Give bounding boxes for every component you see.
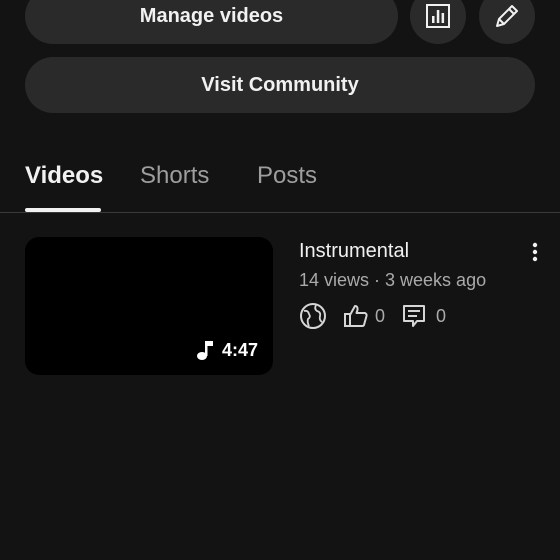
tab-posts[interactable]: Posts (257, 162, 317, 190)
bar-chart-icon (426, 4, 450, 28)
content-tabs: Videos Shorts Posts (0, 150, 560, 213)
video-meta: 14 views · 3 weeks ago (299, 270, 487, 290)
duration-badge: 4:47 (196, 339, 258, 361)
video-title[interactable]: Instrumental (299, 240, 409, 263)
tab-shorts[interactable]: Shorts (140, 162, 209, 190)
video-stats-row: 0 0 (299, 302, 446, 330)
pencil-icon (496, 5, 518, 27)
comments-stat: 0 (401, 303, 446, 329)
comment-icon (403, 305, 426, 327)
tab-videos[interactable]: Videos (25, 162, 103, 190)
thumbs-up-icon (344, 305, 368, 327)
visit-community-label: Visit Community (201, 73, 359, 96)
more-options-button[interactable] (523, 240, 547, 264)
manage-videos-label: Manage videos (139, 4, 284, 27)
comments-count: 0 (436, 305, 447, 326)
video-thumbnail[interactable]: 4:47 (25, 237, 273, 375)
edit-channel-button[interactable] (479, 0, 535, 44)
duration-text: 4:47 (221, 339, 258, 360)
globe-icon (300, 303, 326, 329)
analytics-button[interactable] (410, 0, 466, 44)
channel-content-page: Manage videos Visit Community Videos Sho… (0, 0, 560, 560)
active-tab-indicator (25, 208, 101, 212)
more-vert-icon (532, 242, 538, 262)
music-note-icon (196, 341, 213, 360)
likes-stat: 0 (343, 303, 385, 329)
visit-community-button[interactable]: Visit Community (25, 57, 535, 113)
manage-videos-button[interactable]: Manage videos (25, 0, 398, 44)
likes-count: 0 (375, 305, 386, 326)
